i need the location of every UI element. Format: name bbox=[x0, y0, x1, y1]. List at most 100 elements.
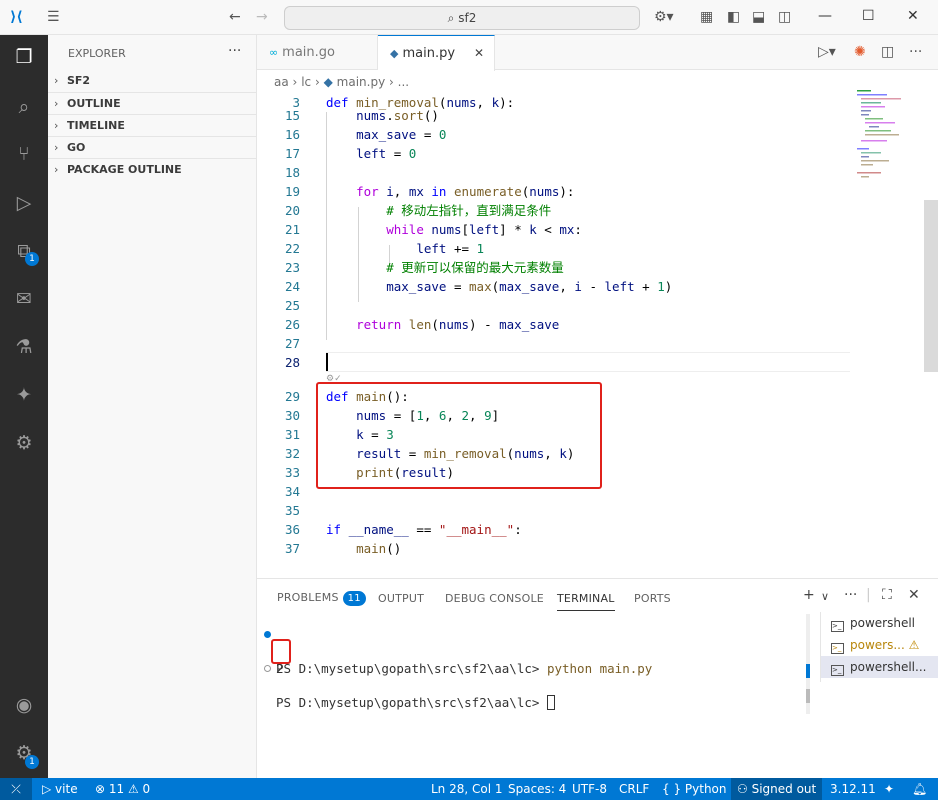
code-line[interactable]: 28 bbox=[257, 353, 857, 372]
source-control-icon[interactable]: ⑂ bbox=[12, 142, 36, 166]
chevron-right-icon: › bbox=[314, 75, 320, 89]
more-actions-icon[interactable]: ··· bbox=[844, 587, 857, 603]
close-icon[interactable]: ✕ bbox=[907, 8, 919, 24]
status-encoding[interactable]: UTF-8 bbox=[572, 778, 607, 800]
terminal-line: 2 bbox=[276, 661, 284, 676]
split-editor-icon[interactable]: ◫ bbox=[881, 44, 894, 60]
terminal-item[interactable]: >_ powers... ⚠ bbox=[821, 634, 938, 656]
command-pending-dot[interactable] bbox=[264, 665, 271, 672]
terminal-scrollbar[interactable] bbox=[806, 614, 810, 714]
code-line[interactable]: 25 bbox=[257, 296, 857, 315]
code-line[interactable]: 23 # 更新可以保留的最大元素数量 bbox=[257, 258, 857, 277]
code-line[interactable]: 20 # 移动左指针，直到满足条件 bbox=[257, 201, 857, 220]
toggle-panel-icon[interactable]: ⬓ bbox=[752, 9, 765, 25]
toggle-sidebar-icon[interactable]: ◧ bbox=[727, 9, 740, 25]
maximize-panel-icon[interactable]: ⛶ bbox=[882, 587, 892, 603]
line-number: 20 bbox=[284, 203, 300, 218]
line-number: 17 bbox=[284, 146, 300, 161]
line-number: 32 bbox=[284, 446, 300, 461]
sidebar-section-sf2[interactable]: › SF2 bbox=[48, 70, 257, 92]
code-line[interactable]: 16 max_save = 0 bbox=[257, 125, 857, 144]
more-actions-icon[interactable]: ··· bbox=[909, 44, 922, 60]
code-line[interactable]: 22 left += 1 bbox=[257, 239, 857, 258]
copilot-status-icon[interactable]: ✦ bbox=[884, 778, 894, 800]
sidebar-section-go[interactable]: › GO bbox=[48, 136, 257, 158]
terminal-item[interactable]: >_ powershell... bbox=[821, 656, 938, 678]
sidebar-section-package-outline[interactable]: › PACKAGE OUTLINE bbox=[48, 158, 257, 180]
run-debug-icon[interactable]: ▷ bbox=[12, 191, 36, 215]
code-line[interactable]: 24 max_save = max(max_save, i - left + 1… bbox=[257, 277, 857, 296]
status-eol[interactable]: CRLF bbox=[619, 778, 649, 800]
copilot-icon[interactable]: ⚙▾ bbox=[654, 9, 674, 25]
code-line[interactable]: 35 bbox=[257, 501, 857, 520]
breadcrumb-folder[interactable]: lc bbox=[301, 75, 311, 89]
layout-icon[interactable]: ▦ bbox=[700, 9, 713, 25]
code-line[interactable]: 15 nums.sort() bbox=[257, 106, 857, 125]
minimize-icon[interactable]: — bbox=[818, 8, 832, 24]
new-terminal-icon[interactable]: + bbox=[803, 587, 815, 603]
breadcrumb-file[interactable]: main.py bbox=[337, 75, 386, 89]
code-line[interactable]: 37 main() bbox=[257, 539, 857, 558]
line-number: 35 bbox=[284, 503, 300, 518]
code-text: if __name__ == "__main__": bbox=[326, 522, 522, 537]
tab-terminal[interactable]: TERMINAL bbox=[557, 592, 615, 611]
tab-output[interactable]: OUTPUT bbox=[378, 592, 424, 605]
run-file-icon[interactable]: ▷▾ bbox=[818, 44, 836, 60]
code-line[interactable]: 17 left = 0 bbox=[257, 144, 857, 163]
menu-icon[interactable]: ☰ bbox=[47, 9, 60, 25]
status-language[interactable]: { } Python bbox=[662, 778, 727, 800]
code-line[interactable]: 18 bbox=[257, 163, 857, 182]
copilot-icon[interactable]: ✦ bbox=[12, 383, 36, 407]
tab-problems[interactable]: PROBLEMS 11 bbox=[277, 591, 366, 606]
status-cursor-position[interactable]: Ln 28, Col 1 bbox=[431, 778, 503, 800]
back-arrow-icon[interactable]: ← bbox=[229, 9, 241, 25]
testing-icon[interactable]: ⚗ bbox=[12, 335, 36, 359]
sidebar-section-outline[interactable]: › OUTLINE bbox=[48, 92, 257, 114]
search-icon: ⌕ bbox=[447, 11, 455, 25]
remote-indicator-icon[interactable]: ⤫ bbox=[0, 778, 32, 800]
status-indentation[interactable]: Spaces: 4 bbox=[508, 778, 566, 800]
chevron-right-icon: › bbox=[54, 163, 59, 176]
tab-debug-console[interactable]: DEBUG CONSOLE bbox=[445, 592, 544, 605]
editor-scrollbar[interactable] bbox=[924, 200, 938, 372]
breadcrumb-folder[interactable]: aa bbox=[274, 75, 289, 89]
remote-explorer-icon[interactable]: ⚙ bbox=[12, 431, 36, 455]
code-line[interactable]: 19 for i, mx in enumerate(nums): bbox=[257, 182, 857, 201]
tab-ports[interactable]: PORTS bbox=[634, 592, 671, 605]
close-tab-icon[interactable]: ✕ bbox=[474, 36, 484, 71]
status-account[interactable]: ⚇ Signed out bbox=[731, 778, 823, 800]
forward-arrow-icon[interactable]: → bbox=[256, 9, 268, 25]
toggle-secondary-sidebar-icon[interactable]: ◫ bbox=[778, 9, 791, 25]
code-line[interactable]: 26 return len(nums) - max_save bbox=[257, 315, 857, 334]
chevron-down-icon[interactable]: ∨ bbox=[821, 590, 829, 603]
command-center-search[interactable]: ⌕ sf2 bbox=[284, 6, 640, 30]
code-line[interactable]: 21 while nums[left] * k < mx: bbox=[257, 220, 857, 239]
more-actions-icon[interactable]: ··· bbox=[228, 43, 241, 59]
output-highlight-box bbox=[271, 639, 291, 664]
account-icon[interactable]: ◉ bbox=[12, 693, 36, 717]
tab-main-go[interactable]: ∞ main.go bbox=[257, 35, 378, 70]
maximize-icon[interactable]: ☐ bbox=[862, 8, 875, 24]
explorer-icon[interactable]: ❐ bbox=[12, 45, 36, 69]
breadcrumb-more[interactable]: ... bbox=[398, 75, 409, 89]
terminal-item[interactable]: >_ powershell bbox=[821, 612, 938, 634]
code-text: for i, mx in enumerate(nums): bbox=[356, 184, 575, 199]
chat-icon[interactable]: ✉ bbox=[12, 287, 36, 311]
status-remote[interactable]: ▷ vite bbox=[42, 778, 78, 800]
code-line[interactable]: 36 if __name__ == "__main__": bbox=[257, 520, 857, 539]
notifications-bell-icon[interactable]: 🔔︎ bbox=[912, 778, 927, 800]
search-icon[interactable]: ⌕ bbox=[12, 95, 36, 119]
status-problems[interactable]: ⊗ 11 ⚠ 0 bbox=[95, 778, 150, 800]
code-line[interactable]: 27 bbox=[257, 334, 857, 353]
tab-main-py[interactable]: ◆ main.py ✕ bbox=[378, 35, 495, 71]
sidebar-section-timeline[interactable]: › TIMELINE bbox=[48, 114, 257, 136]
code-text: main() bbox=[356, 541, 402, 556]
close-panel-icon[interactable]: ✕ bbox=[908, 587, 920, 603]
line-number: 16 bbox=[284, 127, 300, 142]
copilot-spark-icon[interactable]: ✺ bbox=[854, 44, 866, 60]
command-success-dot[interactable] bbox=[264, 631, 271, 638]
code-editor[interactable]: ⚙✓ 3 def min_removal(nums, k): 15 nums.sor… bbox=[257, 93, 938, 578]
code-text: left += 1 bbox=[416, 241, 485, 256]
status-python-version[interactable]: 3.12.11 bbox=[830, 778, 876, 800]
minimap[interactable] bbox=[855, 88, 925, 178]
